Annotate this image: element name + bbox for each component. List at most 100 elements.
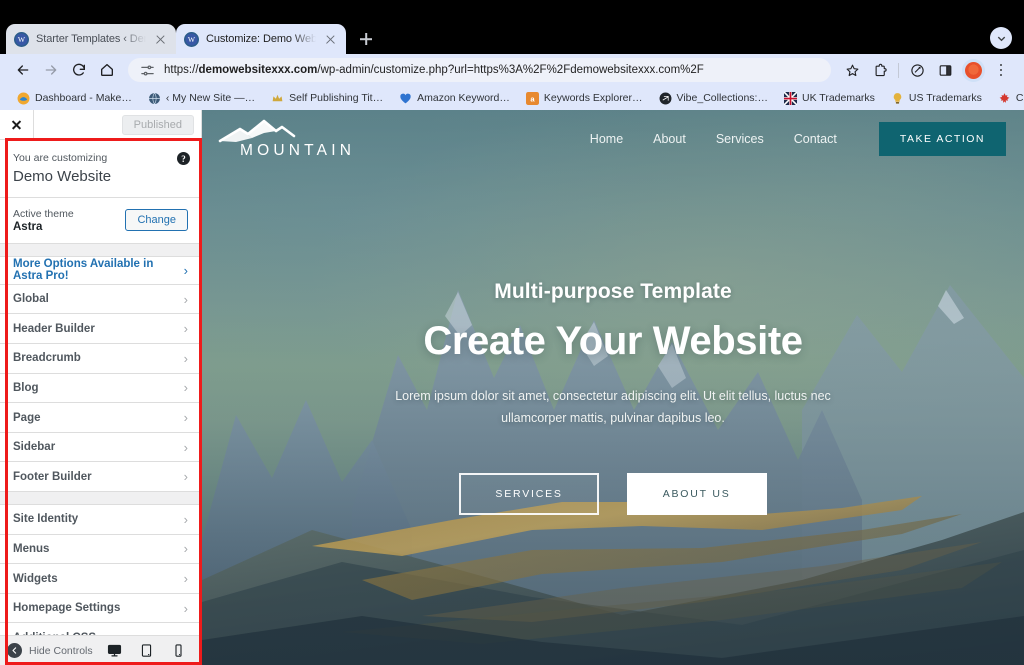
desktop-icon[interactable] bbox=[105, 641, 124, 665]
hero-buttons: SERVICES ABOUT US bbox=[459, 473, 767, 515]
section-label: Global bbox=[13, 293, 49, 306]
about-us-button[interactable]: ABOUT US bbox=[626, 473, 767, 515]
sidebar-item-global[interactable]: Global › bbox=[0, 284, 201, 315]
sidebar-item-site-identity[interactable]: Site Identity › bbox=[0, 505, 201, 535]
chevron-right-icon: › bbox=[183, 262, 188, 278]
nav-link-about[interactable]: About bbox=[638, 132, 701, 146]
site-title: Demo Website bbox=[13, 167, 112, 185]
side-panel-icon[interactable] bbox=[932, 57, 958, 83]
sidebar-item-blog[interactable]: Blog › bbox=[0, 373, 201, 404]
bookmark-uk-trademarks[interactable]: UK Trademarks bbox=[776, 89, 883, 108]
tune-icon[interactable] bbox=[140, 63, 155, 78]
bookmark-keywords-explorer[interactable]: a Keywords Explorer… bbox=[518, 89, 651, 108]
astra-pro-label: More Options Available in Astra Pro! bbox=[13, 258, 154, 283]
tablet-icon[interactable] bbox=[137, 641, 156, 661]
site-logo[interactable]: MOUNTAIN bbox=[218, 119, 355, 160]
extensions-icon[interactable] bbox=[867, 57, 893, 83]
maple-leaf-icon bbox=[999, 92, 1010, 103]
bookmark-self-publishing[interactable]: Self Publishing Tit… bbox=[263, 89, 391, 108]
chevron-right-icon: › bbox=[183, 439, 188, 455]
help-icon[interactable]: ? bbox=[177, 152, 190, 165]
customizer-sidebar: Published You are customizing Demo Websi… bbox=[0, 109, 202, 665]
sidebar-item-header-builder[interactable]: Header Builder › bbox=[0, 314, 201, 345]
sidebar-item-additional-css[interactable]: Additional CSS › bbox=[0, 623, 201, 635]
take-action-button[interactable]: TAKE ACTION bbox=[878, 122, 1006, 156]
back-arrow-icon[interactable] bbox=[10, 57, 36, 83]
nav-link-services[interactable]: Services bbox=[701, 132, 779, 146]
bookmark-us-trademarks[interactable]: US Trademarks bbox=[883, 89, 990, 108]
services-button[interactable]: SERVICES bbox=[459, 473, 599, 515]
address-bar[interactable]: https://demowebsitexxx.com/wp-admin/cust… bbox=[128, 58, 831, 82]
bookmark-dashboard[interactable]: Dashboard - Make… bbox=[9, 89, 140, 108]
bookmark-label: Self Publishing Tit… bbox=[289, 92, 384, 104]
section-label: Sidebar bbox=[13, 441, 56, 454]
profile-avatar[interactable] bbox=[960, 57, 986, 83]
chevron-right-icon: › bbox=[183, 600, 188, 616]
section-label: Header Builder bbox=[13, 322, 95, 335]
bookmark-label: Vibe_Collections:… bbox=[676, 92, 768, 104]
chevron-right-icon: › bbox=[183, 321, 188, 337]
bookmark-star-icon[interactable] bbox=[839, 57, 865, 83]
sidebar-spacer bbox=[0, 492, 201, 506]
sidebar-item-page[interactable]: Page › bbox=[0, 403, 201, 433]
bookmark-label: Amazon Keyword… bbox=[417, 92, 510, 104]
bookmark-vibe-collections[interactable]: Vibe_Collections:… bbox=[651, 89, 776, 108]
tab-customize-demo-website[interactable]: W Customize: Demo Website – … bbox=[176, 24, 346, 54]
bookmark-amazon-keyword[interactable]: Amazon Keyword… bbox=[391, 89, 518, 108]
customizer-sections: Global › Header Builder › Breadcrumb › B… bbox=[0, 284, 201, 635]
bookmark-label: CN Trademarks bbox=[1015, 92, 1024, 104]
circle-icon bbox=[659, 92, 671, 104]
sidebar-item-menus[interactable]: Menus › bbox=[0, 534, 201, 565]
hide-controls-label: Hide Controls bbox=[29, 644, 93, 657]
close-icon[interactable] bbox=[323, 32, 338, 47]
window-titlebar bbox=[0, 0, 1024, 20]
bookmark-label: US Trademarks bbox=[908, 92, 982, 104]
home-icon[interactable] bbox=[94, 57, 120, 83]
sidebar-item-breadcrumb[interactable]: Breadcrumb › bbox=[0, 344, 201, 374]
tab-title: Starter Templates ‹ Demo We… bbox=[36, 33, 146, 45]
site-header: MOUNTAIN Home About Services Contact TAK… bbox=[202, 110, 1024, 168]
uk-flag-icon bbox=[783, 91, 797, 105]
chevron-right-icon: › bbox=[183, 350, 188, 366]
reload-icon[interactable] bbox=[66, 57, 92, 83]
nav-link-home[interactable]: Home bbox=[575, 132, 638, 146]
sidebar-item-homepage-settings[interactable]: Homepage Settings › bbox=[0, 593, 201, 624]
new-tab-button[interactable] bbox=[353, 26, 379, 52]
svg-text:W: W bbox=[188, 35, 196, 44]
site-preview[interactable]: MOUNTAIN Home About Services Contact TAK… bbox=[202, 110, 1024, 665]
tab-starter-templates[interactable]: W Starter Templates ‹ Demo We… bbox=[6, 24, 176, 54]
hide-controls-button[interactable]: Hide Controls bbox=[7, 643, 93, 658]
sidebar-item-sidebar[interactable]: Sidebar › bbox=[0, 432, 201, 463]
section-label: Site Identity bbox=[13, 513, 79, 526]
qr-share-icon[interactable] bbox=[904, 57, 930, 83]
active-theme-name: Astra bbox=[13, 220, 43, 233]
astra-pro-upsell-row[interactable]: More Options Available in Astra Pro! › bbox=[0, 256, 201, 285]
chevron-right-icon: › bbox=[183, 469, 188, 485]
section-label: Breadcrumb bbox=[13, 352, 81, 365]
customizer-viewport: Published You are customizing Demo Websi… bbox=[0, 109, 1024, 665]
sidebar-item-widgets[interactable]: Widgets › bbox=[0, 564, 201, 594]
toolbar-divider bbox=[898, 62, 899, 78]
publish-button[interactable]: Published bbox=[121, 114, 194, 135]
bookmark-label: Dashboard - Make… bbox=[35, 92, 132, 104]
section-label: Footer Builder bbox=[13, 470, 92, 483]
globe-icon bbox=[148, 92, 160, 104]
chevron-right-icon: › bbox=[183, 541, 188, 557]
tab-strip: W Starter Templates ‹ Demo We… W Customi… bbox=[0, 20, 1024, 54]
crown-icon bbox=[272, 94, 283, 101]
chevron-down-icon[interactable] bbox=[990, 27, 1012, 49]
svg-text:W: W bbox=[18, 35, 26, 44]
bookmarks-bar: Dashboard - Make… ‹ My New Site —… Self … bbox=[0, 86, 1024, 110]
close-icon[interactable] bbox=[153, 32, 168, 47]
chrome-menu-icon[interactable] bbox=[988, 57, 1014, 83]
sidebar-item-footer-builder[interactable]: Footer Builder › bbox=[0, 462, 201, 493]
bookmark-cn-trademarks[interactable]: CN Trademarks bbox=[990, 89, 1024, 108]
nav-link-contact[interactable]: Contact bbox=[779, 132, 852, 146]
device-preview-switcher bbox=[105, 641, 192, 665]
close-customizer-button[interactable] bbox=[0, 109, 34, 140]
bookmark-my-new-site[interactable]: ‹ My New Site —… bbox=[140, 89, 263, 108]
bulb-icon bbox=[893, 92, 902, 104]
mobile-icon[interactable] bbox=[169, 641, 188, 661]
browser-toolbar: https://demowebsitexxx.com/wp-admin/cust… bbox=[0, 54, 1024, 86]
change-theme-button[interactable]: Change bbox=[125, 209, 188, 232]
